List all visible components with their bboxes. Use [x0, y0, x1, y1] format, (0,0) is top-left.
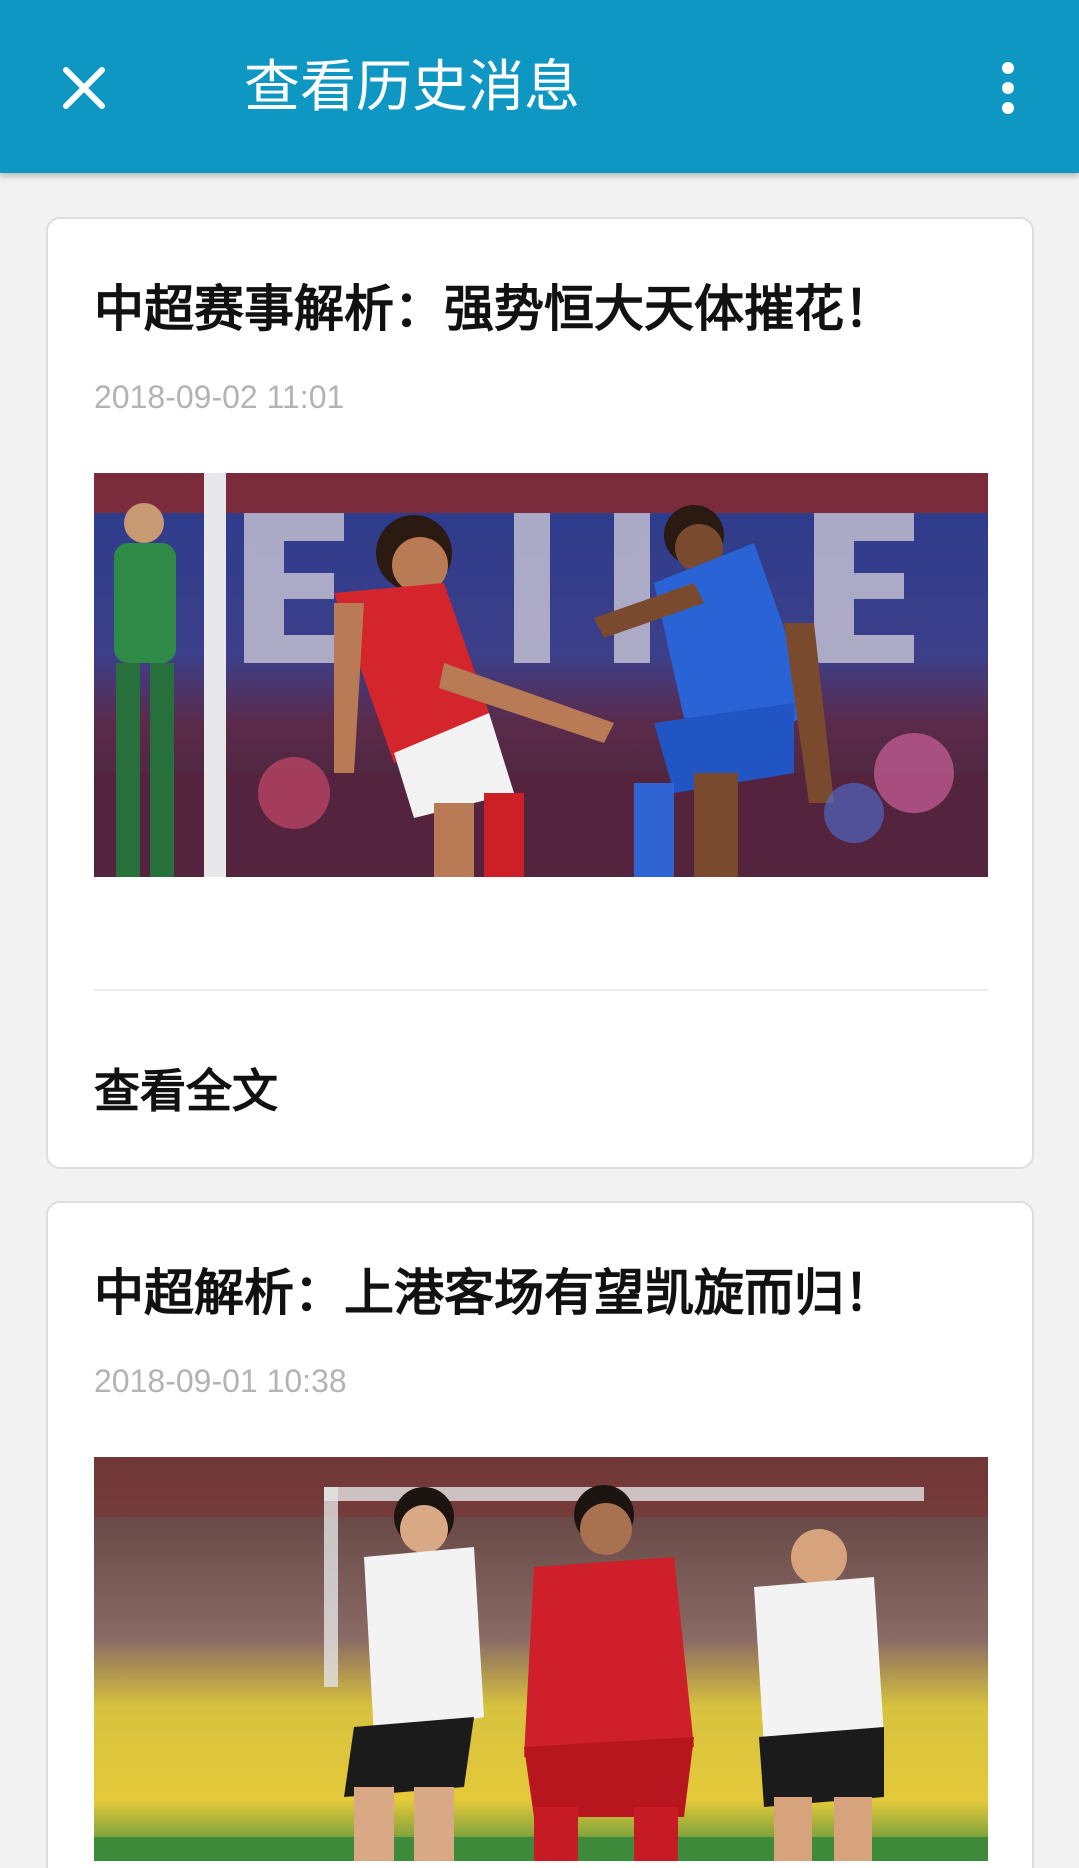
- close-button[interactable]: [44, 48, 124, 128]
- close-icon: [63, 67, 105, 109]
- article-card[interactable]: 中超解析：上港客场有望凯旋而归！ 2018-09-01 10:38: [46, 1201, 1034, 1868]
- article-title[interactable]: 中超赛事解析：强势恒大天体摧花！: [94, 269, 994, 341]
- more-vertical-icon: [1002, 62, 1014, 114]
- app-bar: 查看历史消息: [0, 0, 1079, 173]
- more-options-button[interactable]: [968, 48, 1048, 128]
- card-divider: [94, 989, 988, 991]
- article-date: 2018-09-01 10:38: [94, 1363, 347, 1399]
- football-photo-red-vs-white: [94, 1457, 988, 1861]
- article-cover-image[interactable]: [94, 473, 988, 877]
- article-cover-image[interactable]: [94, 1457, 988, 1861]
- football-photo-red-vs-blue: [94, 473, 988, 877]
- history-feed[interactable]: 中超赛事解析：强势恒大天体摧花！ 2018-09-02 11:01 查看全文 中…: [0, 173, 1079, 1868]
- article-card[interactable]: 中超赛事解析：强势恒大天体摧花！ 2018-09-02 11:01 查看全文: [46, 217, 1034, 1169]
- page-title: 查看历史消息: [244, 55, 580, 120]
- article-title[interactable]: 中超解析：上港客场有望凯旋而归！: [94, 1253, 994, 1325]
- read-full-article-link[interactable]: 查看全文: [94, 1055, 278, 1121]
- article-date: 2018-09-02 11:01: [94, 379, 345, 415]
